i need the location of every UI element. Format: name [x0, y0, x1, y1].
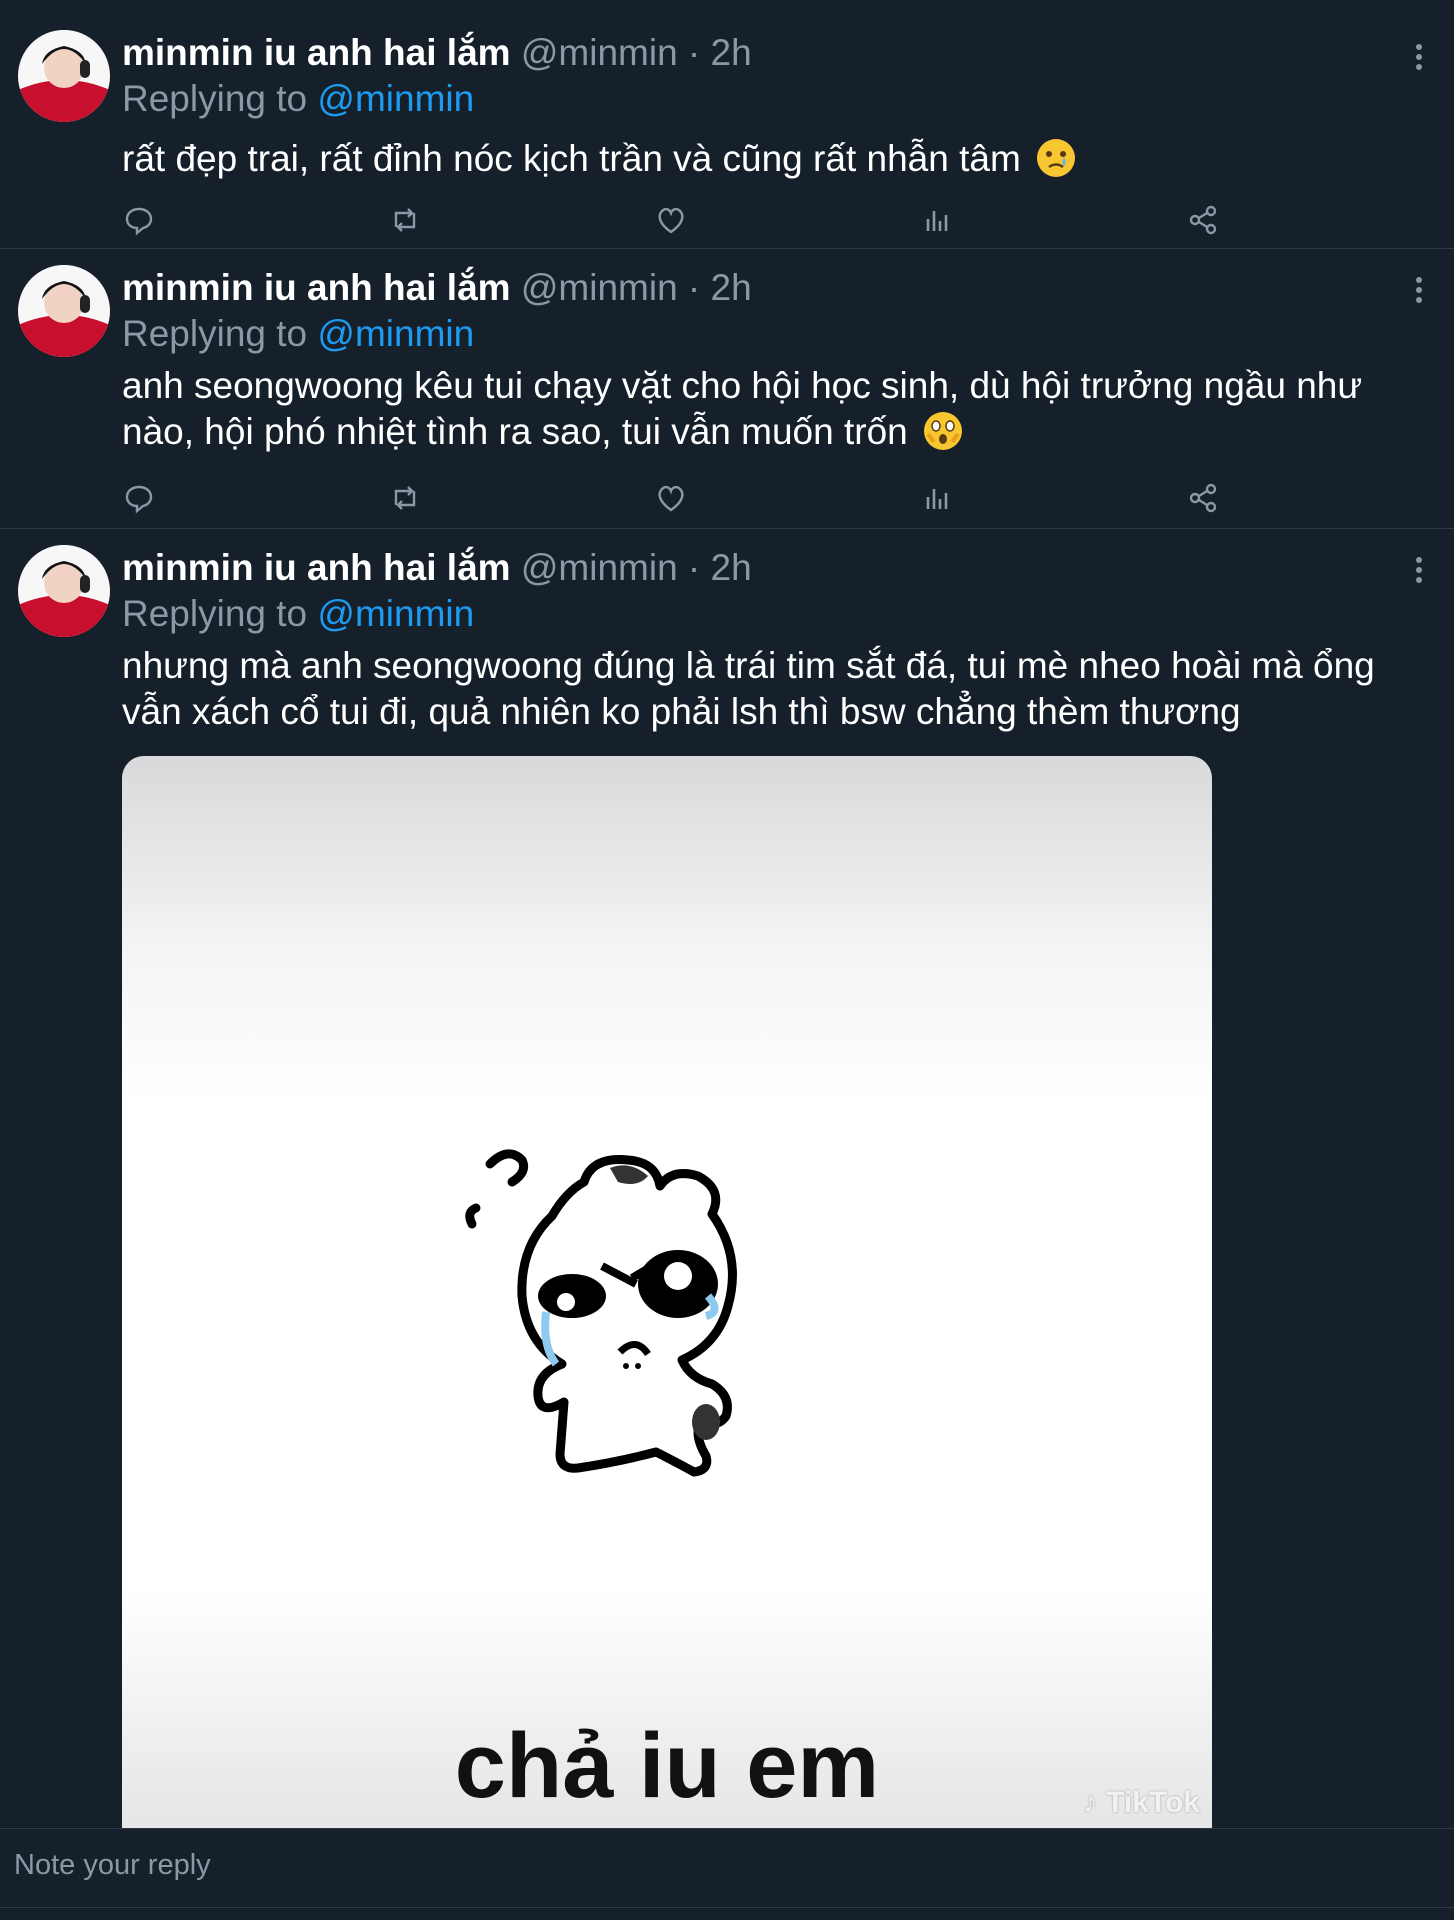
share-icon[interactable]: [1186, 481, 1220, 515]
tweet-header: minmin iu anh hai lắm @minmin · 2h: [122, 545, 752, 591]
like-icon[interactable]: [654, 481, 688, 515]
more-options-icon[interactable]: [1416, 557, 1424, 587]
tweet-header: minmin iu anh hai lắm @minmin · 2h: [122, 30, 752, 76]
avatar-image: [18, 30, 110, 122]
tweet[interactable]: minmin iu anh hai lắm @minmin · 2h Reply…: [0, 249, 1454, 529]
replying-to: Replying to @minmin: [122, 76, 474, 122]
replying-mention-link[interactable]: @minmin: [317, 593, 474, 634]
handle-time: @minmin · 2h: [520, 547, 752, 588]
display-name[interactable]: minmin iu anh hai lắm: [122, 32, 511, 73]
avatar[interactable]: [18, 265, 110, 357]
reply-icon[interactable]: [122, 203, 156, 237]
replying-to: Replying to @minmin: [122, 591, 474, 637]
tweet-text: rất đẹp trai, rất đỉnh nóc kịch trần và …: [122, 136, 1422, 182]
media-caption: chả iu em: [454, 1715, 880, 1817]
like-icon[interactable]: [654, 203, 688, 237]
avatar-image: [18, 265, 110, 357]
tiktok-watermark-text: TikTok: [1106, 1786, 1200, 1819]
replying-label: Replying to: [122, 78, 318, 119]
crying-bear-sticker: [465, 1149, 737, 1477]
more-options-icon[interactable]: [1416, 44, 1424, 74]
views-icon[interactable]: [920, 481, 954, 515]
tweet-text-content: nhưng mà anh seongwoong đúng là trái tim…: [122, 645, 1375, 732]
replying-mention-link[interactable]: @minmin: [317, 78, 474, 119]
tweet[interactable]: minmin iu anh hai lắm @minmin · 2h Reply…: [0, 0, 1454, 249]
tweet-actions: [122, 203, 1222, 237]
views-icon[interactable]: [920, 203, 954, 237]
tiktok-watermark: ♪ TikTok: [1082, 1786, 1200, 1819]
display-name[interactable]: minmin iu anh hai lắm: [122, 547, 511, 588]
face-holding-back-tears-icon: [924, 412, 963, 450]
avatar[interactable]: [18, 30, 110, 122]
tweet-text: anh seongwoong kêu tui chạy vặt cho hội …: [122, 363, 1422, 455]
replying-to: Replying to @minmin: [122, 311, 474, 357]
retweet-icon[interactable]: [388, 203, 422, 237]
tweet-text: nhưng mà anh seongwoong đúng là trái tim…: [122, 643, 1422, 735]
tweet-media-image[interactable]: chả iu em ♪ TikTok: [122, 756, 1212, 1828]
tweet-actions: [122, 481, 1222, 515]
retweet-icon[interactable]: [388, 481, 422, 515]
share-icon[interactable]: [1186, 203, 1220, 237]
replying-label: Replying to: [122, 313, 318, 354]
more-options-icon[interactable]: [1416, 277, 1424, 307]
display-name[interactable]: minmin iu anh hai lắm: [122, 267, 511, 308]
crying-face-icon: [1037, 139, 1076, 177]
tweet-text-content: rất đẹp trai, rất đỉnh nóc kịch trần và …: [122, 138, 1021, 179]
avatar[interactable]: [18, 545, 110, 637]
avatar-image: [18, 545, 110, 637]
tweet-header: minmin iu anh hai lắm @minmin · 2h: [122, 265, 752, 311]
tweet-text-content: anh seongwoong kêu tui chạy vặt cho hội …: [122, 365, 1363, 452]
handle-time: @minmin · 2h: [520, 32, 752, 73]
handle-time: @minmin · 2h: [520, 267, 752, 308]
reply-composer[interactable]: Note your reply: [0, 1828, 1454, 1908]
reply-icon[interactable]: [122, 481, 156, 515]
reply-input-placeholder[interactable]: Note your reply: [14, 1849, 211, 1882]
replying-mention-link[interactable]: @minmin: [317, 313, 474, 354]
replying-label: Replying to: [122, 593, 318, 634]
